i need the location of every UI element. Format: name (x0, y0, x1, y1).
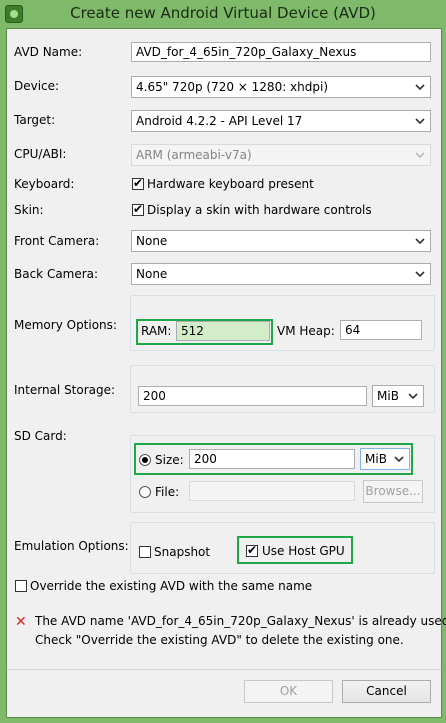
ram-input[interactable]: 512 (176, 321, 270, 341)
avd-name-label: AVD Name: (14, 45, 83, 59)
internal-storage-unit-select[interactable]: MiB (372, 385, 424, 407)
target-select-value: Android 4.2.2 - API Level 17 (136, 114, 303, 128)
sd-size-input[interactable]: 200 (189, 449, 355, 469)
internal-storage-unit-value: MiB (377, 389, 399, 403)
cpu-abi-label: CPU/ABI: (14, 147, 67, 161)
vm-heap-input[interactable]: 64 (340, 320, 422, 340)
chevron-down-icon (394, 456, 404, 463)
internal-storage-label: Internal Storage: (14, 383, 116, 397)
skin-label: Skin: (14, 203, 44, 217)
sd-size-radio[interactable] (139, 454, 151, 466)
device-select-value: 4.65" 720p (720 × 1280: xhdpi) (136, 80, 329, 94)
chevron-down-icon (415, 238, 425, 245)
snapshot-label: Snapshot (154, 545, 211, 559)
keyboard-checkbox-label: Hardware keyboard present (147, 177, 314, 191)
host-gpu-checkbox[interactable] (246, 543, 258, 557)
cpu-abi-select-value: ARM (armeabi-v7a) (136, 148, 252, 162)
device-label: Device: (14, 79, 60, 93)
cpu-abi-select: ARM (armeabi-v7a) (131, 144, 431, 166)
skin-checkbox[interactable] (132, 202, 144, 216)
emulation-options-label: Emulation Options: (14, 539, 129, 553)
error-message-line2: Check "Override the existing AVD" to del… (35, 633, 404, 647)
keyboard-label: Keyboard: (14, 177, 75, 191)
host-gpu-label: Use Host GPU (262, 544, 345, 558)
ram-label: RAM: (141, 324, 172, 338)
chevron-down-icon (415, 271, 425, 278)
snapshot-checkbox[interactable] (139, 546, 151, 558)
title-bar[interactable]: Create new Android Virtual Device (AVD) (0, 0, 446, 28)
chevron-down-icon (415, 84, 425, 91)
chevron-down-icon (408, 393, 418, 400)
override-checkbox[interactable] (15, 580, 27, 592)
chevron-down-icon (415, 118, 425, 125)
sd-size-unit-value: MiB (365, 452, 387, 466)
skin-checkbox-label: Display a skin with hardware controls (147, 203, 372, 217)
sd-size-unit-select[interactable]: MiB (360, 448, 410, 470)
keyboard-checkbox[interactable] (132, 176, 144, 190)
target-label: Target: (14, 113, 56, 127)
cancel-button[interactable]: Cancel (342, 680, 431, 703)
dialog-body: AVD Name: AVD_for_4_65in_720p_Galaxy_Nex… (6, 28, 446, 718)
device-select[interactable]: 4.65" 720p (720 × 1280: xhdpi) (131, 76, 431, 98)
avd-name-input[interactable]: AVD_for_4_65in_720p_Galaxy_Nexus (131, 42, 431, 62)
front-camera-select[interactable]: None (131, 230, 431, 252)
sd-file-radio[interactable] (139, 486, 151, 498)
back-camera-select[interactable]: None (131, 263, 431, 285)
ok-button[interactable]: OK (244, 680, 333, 703)
chevron-down-icon (415, 152, 425, 159)
vm-heap-label: VM Heap: (277, 324, 335, 338)
browse-button[interactable]: Browse... (363, 480, 423, 503)
memory-options-label: Memory Options: (14, 318, 117, 332)
override-label: Override the existing AVD with the same … (30, 579, 313, 593)
front-camera-select-value: None (136, 234, 168, 248)
target-select[interactable]: Android 4.2.2 - API Level 17 (131, 110, 431, 132)
sd-file-label: File: (155, 485, 180, 499)
error-message-line1: The AVD name 'AVD_for_4_65in_720p_Galaxy… (35, 614, 446, 628)
internal-storage-input[interactable]: 200 (138, 386, 367, 406)
front-camera-label: Front Camera: (14, 234, 100, 248)
dialog-window: Create new Android Virtual Device (AVD) … (0, 0, 446, 723)
window-title: Create new Android Virtual Device (AVD) (70, 4, 376, 22)
sd-file-input (189, 481, 355, 501)
sd-card-label: SD Card: (14, 429, 67, 443)
sd-size-label: Size: (155, 453, 184, 467)
error-x-icon: ✕ (15, 614, 27, 630)
button-separator (7, 669, 441, 670)
back-camera-label: Back Camera: (14, 267, 99, 281)
back-camera-select-value: None (136, 267, 168, 281)
